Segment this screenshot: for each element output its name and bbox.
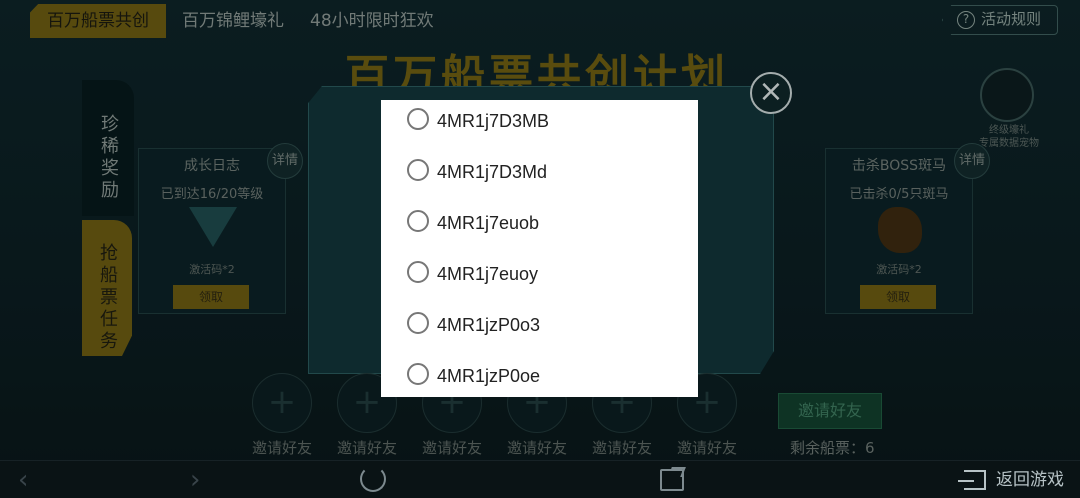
radio-option[interactable]: 4MR1j7euoy <box>381 252 698 303</box>
return-to-game-button[interactable]: 返回游戏 <box>958 467 1064 493</box>
share-icon[interactable] <box>660 469 684 491</box>
return-label: 返回游戏 <box>996 470 1064 490</box>
option-label: 4MR1j7D3Md <box>437 162 548 182</box>
radio-button[interactable] <box>407 159 429 181</box>
browser-toolbar: ‹ › 返回游戏 <box>0 460 1080 498</box>
refresh-icon[interactable] <box>360 466 386 492</box>
radio-button[interactable] <box>407 261 429 283</box>
radio-option[interactable]: 4MR1jzP0o3 <box>381 303 698 354</box>
radio-option[interactable]: 4MR1jzP0oe <box>381 354 698 397</box>
radio-button[interactable] <box>407 210 429 232</box>
code-select-dialog: 4MR1j7D3MB 4MR1j7D3Md 4MR1j7euob 4MR1j7e… <box>381 100 698 397</box>
option-label: 4MR1j7euob <box>437 213 540 233</box>
option-label: 4MR1j7euoy <box>437 264 539 284</box>
radio-button[interactable] <box>407 363 429 385</box>
option-label: 4MR1j7D3MB <box>437 111 550 131</box>
option-label: 4MR1jzP0o3 <box>437 315 541 335</box>
forward-arrow-icon[interactable]: › <box>190 467 200 493</box>
radio-button[interactable] <box>407 312 429 334</box>
radio-button[interactable] <box>407 108 429 130</box>
exit-icon <box>958 470 986 490</box>
radio-option[interactable]: 4MR1j7D3MB <box>381 100 698 150</box>
back-arrow-icon[interactable]: ‹ <box>18 467 28 493</box>
radio-option[interactable]: 4MR1j7euob <box>381 201 698 252</box>
radio-option[interactable]: 4MR1j7D3Md <box>381 150 698 201</box>
game-screen: 百万船票共创 百万锦鲤壕礼 48小时限时狂欢 ? 活动规则 百万船票共创计划 珍… <box>0 0 1080 498</box>
option-label: 4MR1jzP0oe <box>437 366 541 386</box>
